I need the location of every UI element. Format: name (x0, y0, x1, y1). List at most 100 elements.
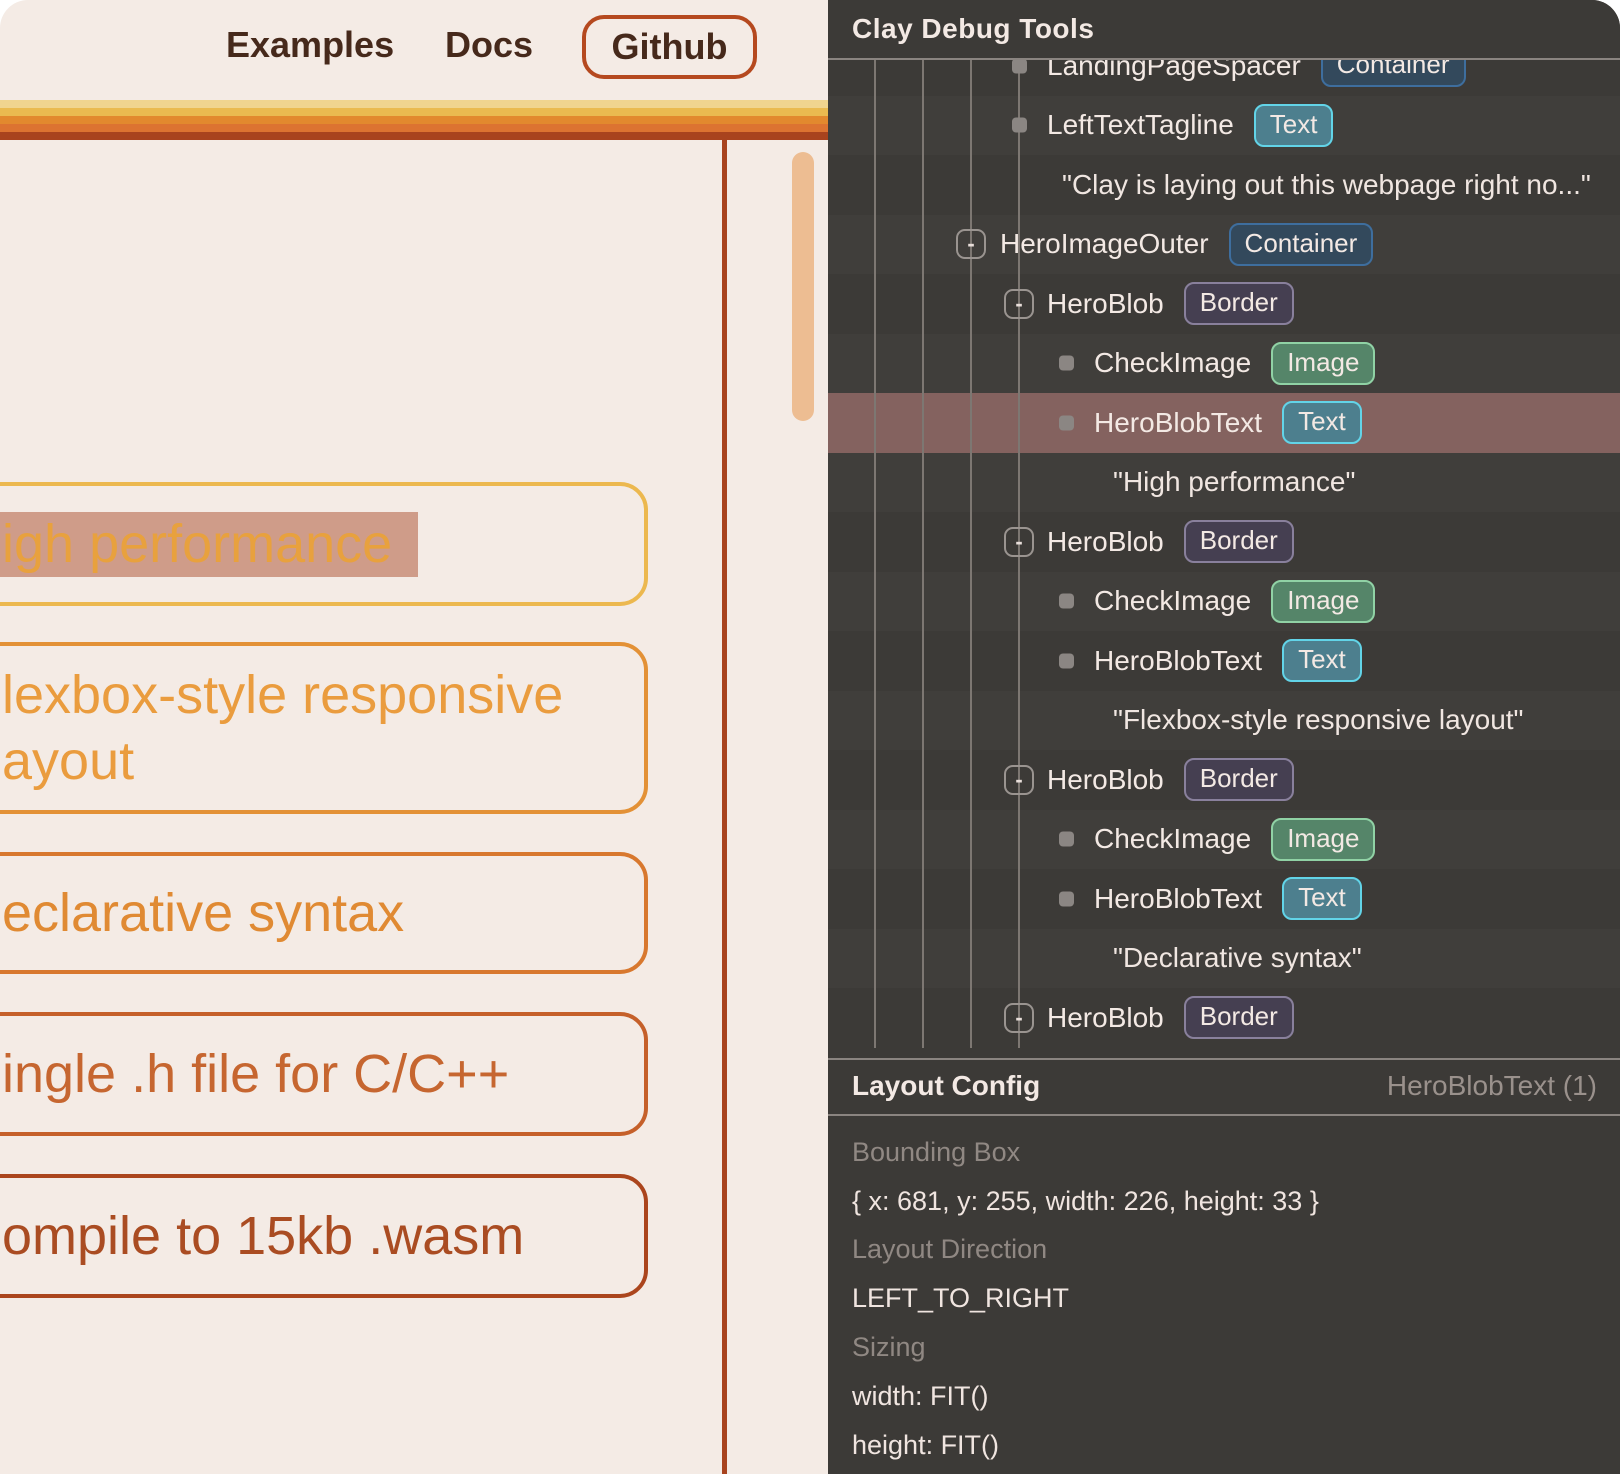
config-value: { x: 681, y: 255, width: 226, height: 33… (852, 1177, 1596, 1226)
clay-website-window: Examples Docs Github igh performance lexbo… (0, 0, 1620, 1474)
element-name: HeroBlob (1047, 526, 1164, 558)
element-name: LeftTextTagline (1047, 109, 1234, 141)
element-name: CheckImage (1094, 347, 1251, 379)
tree-row-HeroImageOuter: -HeroImageOuter Container (828, 215, 1620, 275)
tree-row-label-group[interactable]: HeroBlob Border (1047, 512, 1294, 572)
tree-row-label-group[interactable]: LeftTextTagline Text (1047, 96, 1333, 156)
tree-row-label-group[interactable]: HeroBlobText Text (1094, 393, 1362, 453)
element-name: HeroBlobText (1094, 407, 1262, 439)
tree-text-content-row: "Clay is laying out this webpage right n… (828, 155, 1620, 215)
tree-row-HeroBlobText: HeroBlobText Text (828, 869, 1620, 929)
collapse-toggle-icon[interactable]: - (1004, 1003, 1034, 1033)
nav-item-examples[interactable]: Examples (226, 24, 394, 66)
leaf-bullet-icon (1059, 832, 1074, 847)
element-type-badge: Image (1271, 342, 1375, 385)
element-name: HeroBlob (1047, 1002, 1164, 1034)
tree-text-content-row: "High performance" (828, 453, 1620, 513)
hero-feature-box: lexbox-style responsiveayout (0, 642, 648, 814)
element-name: CheckImage (1094, 823, 1251, 855)
element-name: HeroBlob (1047, 764, 1164, 796)
config-label: Layout Direction (852, 1226, 1596, 1275)
collapse-toggle-icon[interactable]: - (1004, 765, 1034, 795)
layout-config-body: Bounding Box{ x: 681, y: 255, width: 226… (852, 1114, 1596, 1470)
collapse-toggle-icon[interactable]: - (956, 229, 986, 259)
page-scrollbar-thumb[interactable] (792, 152, 814, 421)
tree-text-content-row: "Declarative syntax" (828, 929, 1620, 989)
layout-config-header: Layout Config HeroBlobText (1) (828, 1060, 1620, 1112)
config-label: Sizing (852, 1323, 1596, 1372)
hero-feature-text: ayout (2, 728, 644, 794)
tree-row-label-group[interactable]: HeroBlob Border (1047, 750, 1294, 810)
leaf-bullet-icon (1059, 594, 1074, 609)
element-name: HeroBlobText (1094, 883, 1262, 915)
element-name: HeroBlobText (1094, 645, 1262, 677)
hero-feature-text: ingle .h file for C/C++ (2, 1041, 644, 1107)
leaf-bullet-icon (1059, 415, 1074, 430)
layout-config-title: Layout Config (852, 1070, 1040, 1102)
element-type-badge: Text (1282, 877, 1362, 920)
element-tree: LandingPageSpacerContainerLeftTextTaglin… (828, 36, 1620, 1048)
debug-panel-header: Clay Debug Tools (828, 0, 1620, 60)
tree-row-HeroBlob: -HeroBlob Border (828, 750, 1620, 810)
github-button[interactable]: Github (582, 15, 757, 79)
leaf-bullet-icon (1059, 356, 1074, 371)
nav-item-docs[interactable]: Docs (445, 24, 533, 66)
hero-feature-text: igh performance (2, 511, 644, 577)
hero-feature-box: eclarative syntax (0, 852, 648, 974)
indent-guide-line (874, 60, 876, 1048)
tree-row-HeroBlob: -HeroBlob Border (828, 274, 1620, 334)
tree-text-content: "Declarative syntax" (1113, 929, 1362, 989)
hero-feature-text: lexbox-style responsive (2, 662, 644, 728)
element-type-badge: Border (1184, 996, 1294, 1039)
tree-text-content: "Clay is laying out this webpage right n… (1062, 155, 1591, 215)
vertical-divider (722, 140, 727, 1474)
config-label: Bounding Box (852, 1128, 1596, 1177)
tree-row-label-group[interactable]: HeroBlobText Text (1094, 869, 1362, 929)
element-type-badge: Border (1184, 520, 1294, 563)
tree-row-CheckImage: CheckImage Image (828, 810, 1620, 870)
tree-row-label-group[interactable]: CheckImage Image (1094, 810, 1375, 870)
element-type-badge: Text (1254, 104, 1334, 147)
tree-row-label-group[interactable]: HeroBlob Border (1047, 274, 1294, 334)
config-value: width: FIT() (852, 1372, 1596, 1421)
tree-row-HeroBlobText: HeroBlobText Text (828, 393, 1620, 453)
tree-row-CheckImage: CheckImage Image (828, 572, 1620, 632)
hero-feature-box: ingle .h file for C/C++ (0, 1012, 648, 1136)
element-name: CheckImage (1094, 585, 1251, 617)
element-type-badge: Container (1229, 223, 1374, 266)
tree-row-HeroBlobText: HeroBlobText Text (828, 631, 1620, 691)
config-value: height: FIT() (852, 1421, 1596, 1470)
element-type-badge: Text (1282, 401, 1362, 444)
selected-element-label: HeroBlobText (1) (1387, 1070, 1597, 1102)
hero-feature-text: ompile to 15kb .wasm (2, 1203, 644, 1269)
element-type-badge: Border (1184, 282, 1294, 325)
element-name: HeroBlob (1047, 288, 1164, 320)
tree-row-label-group[interactable]: HeroBlob Border (1047, 988, 1294, 1048)
tree-row-label-group[interactable]: CheckImage Image (1094, 572, 1375, 632)
tree-row-label-group[interactable]: HeroImageOuter Container (1000, 215, 1373, 275)
collapse-toggle-icon[interactable]: - (1004, 289, 1034, 319)
tree-row-LeftTextTagline: LeftTextTagline Text (828, 96, 1620, 156)
tree-text-content: "Flexbox-style responsive layout" (1113, 691, 1524, 751)
leaf-bullet-icon (1059, 653, 1074, 668)
tree-row-HeroBlob: -HeroBlob Border (828, 988, 1620, 1048)
clay-debug-panel: LandingPageSpacerContainerLeftTextTaglin… (828, 0, 1620, 1474)
element-name: HeroImageOuter (1000, 228, 1209, 260)
leaf-bullet-icon (1059, 891, 1074, 906)
element-type-badge: Text (1282, 639, 1362, 682)
tree-row-label-group[interactable]: CheckImage Image (1094, 334, 1375, 394)
leaf-bullet-icon (1012, 58, 1027, 73)
hero-feature-box: igh performance (0, 482, 648, 606)
config-value: LEFT_TO_RIGHT (852, 1274, 1596, 1323)
collapse-toggle-icon[interactable]: - (1004, 527, 1034, 557)
hero-feature-text: eclarative syntax (2, 880, 644, 946)
indent-guide-line (922, 60, 924, 1048)
element-type-badge: Border (1184, 758, 1294, 801)
tree-row-label-group[interactable]: HeroBlobText Text (1094, 631, 1362, 691)
tree-text-content: "High performance" (1113, 453, 1355, 513)
element-type-badge: Image (1271, 580, 1375, 623)
element-type-badge: Image (1271, 818, 1375, 861)
tree-row-HeroBlob: -HeroBlob Border (828, 512, 1620, 572)
hero-feature-box: ompile to 15kb .wasm (0, 1174, 648, 1298)
tree-text-content-row: "Flexbox-style responsive layout" (828, 691, 1620, 751)
